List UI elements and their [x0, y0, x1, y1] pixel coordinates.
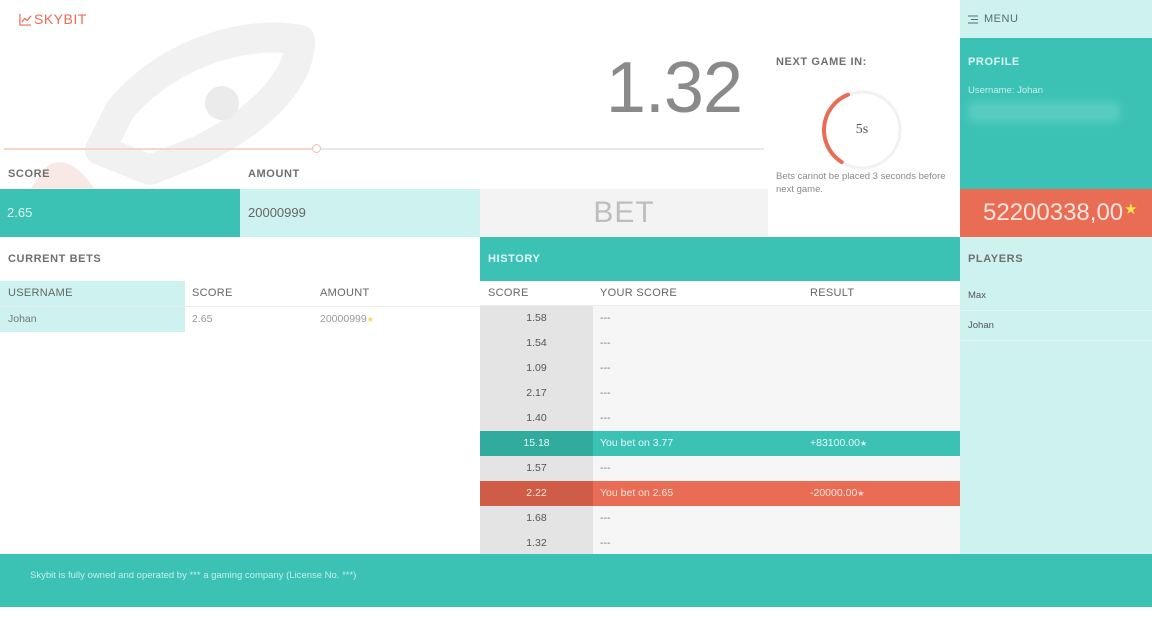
balance-value: 52200338,00 — [983, 199, 1124, 226]
table-row: 1.09 --- — [480, 356, 960, 381]
column-score: SCORE — [488, 287, 529, 299]
game-timeline — [4, 144, 764, 153]
score-label: SCORE — [8, 168, 51, 180]
history-your-score: --- — [600, 412, 611, 424]
history-columns: SCORE YOUR SCORE RESULT — [480, 281, 960, 306]
history-your-score: You bet on 2.65 — [600, 487, 674, 499]
table-row: 2.22 You bet on 2.65 -20000.00★ — [480, 481, 960, 506]
current-bets-header: USERNAME SCORE AMOUNT — [0, 281, 480, 307]
table-row: 15.18 You bet on 3.77 +83100.00★ — [480, 431, 960, 456]
current-multiplier: 1.32 — [605, 48, 743, 128]
amount-input[interactable] — [240, 189, 480, 237]
skybit-logo[interactable]: SKYBIT — [19, 11, 87, 27]
history-detail: You bet on 2.65 -20000.00★ — [593, 481, 960, 506]
timeline-marker — [311, 144, 321, 153]
next-game-label: NEXT GAME IN: — [776, 56, 867, 68]
amount-label: AMOUNT — [248, 168, 300, 180]
history-score: 1.32 — [480, 531, 593, 556]
history-detail: --- — [593, 356, 960, 381]
star-icon: ★ — [859, 439, 868, 448]
table-row: 1.57 --- — [480, 456, 960, 481]
table-row: 1.40 --- — [480, 406, 960, 431]
table-row: 1.58 --- — [480, 306, 960, 331]
history-detail: --- — [593, 381, 960, 406]
column-amount: AMOUNT — [320, 287, 370, 299]
history-your-score: --- — [600, 337, 611, 349]
menu-label: MENU — [984, 13, 1019, 25]
column-your-score: YOUR SCORE — [600, 287, 677, 299]
table-row: 1.68 --- — [480, 506, 960, 531]
history-score: 15.18 — [480, 431, 593, 456]
column-score: SCORE — [192, 287, 233, 299]
history-detail: --- — [593, 306, 960, 331]
history-score: 1.09 — [480, 356, 593, 381]
history-header-bar — [480, 237, 960, 281]
column-result: RESULT — [810, 287, 855, 299]
bet-username: Johan — [0, 307, 185, 332]
score-input[interactable] — [0, 189, 240, 237]
history-your-score: --- — [600, 312, 611, 324]
table-row: 2.17 --- — [480, 381, 960, 406]
timeline-progress — [4, 148, 316, 150]
history-result-value: -20000.00 — [810, 487, 858, 499]
history-detail: --- — [593, 531, 960, 556]
history-your-score: --- — [600, 512, 611, 524]
bet-amount: 20000999★ — [320, 307, 374, 332]
star-icon: ★ — [366, 315, 374, 324]
footer-text: Skybit is fully owned and operated by **… — [30, 570, 357, 581]
history-score: 2.17 — [480, 381, 593, 406]
players-label: PLAYERS — [968, 253, 1024, 265]
history-detail: --- — [593, 456, 960, 481]
bet-note: Bets cannot be placed 3 seconds before n… — [776, 171, 946, 195]
history-result-value: +83100.00 — [810, 437, 860, 449]
bet-button[interactable]: BET — [480, 189, 768, 237]
history-your-score: --- — [600, 387, 611, 399]
history-score: 1.68 — [480, 506, 593, 531]
countdown-value: 5s — [855, 122, 869, 137]
column-username: USERNAME — [0, 281, 185, 306]
history-your-score: --- — [600, 362, 611, 374]
history-your-score: --- — [600, 462, 611, 474]
bet-score: 2.65 — [192, 313, 213, 325]
history-score: 1.58 — [480, 306, 593, 331]
player-item[interactable]: Max — [960, 281, 1152, 311]
history-score: 2.22 — [480, 481, 593, 506]
history-detail: --- — [593, 331, 960, 356]
star-icon: ★ — [1124, 201, 1138, 218]
rocket-illustration — [30, 22, 315, 190]
bet-amount-value: 20000999 — [320, 313, 367, 325]
table-row: Johan 2.65 20000999★ — [0, 307, 480, 332]
history-table: 1.58 --- 1.54 --- 1.09 --- 2.17 --- 1.40 --- 15.18… — [480, 306, 960, 556]
history-score: 1.54 — [480, 331, 593, 356]
history-label: HISTORY — [488, 253, 541, 265]
profile-blurred-info — [968, 102, 1120, 122]
history-score: 1.57 — [480, 456, 593, 481]
profile-label: PROFILE — [968, 56, 1020, 68]
balance-display: 52200338,00★ — [960, 189, 1152, 237]
star-icon: ★ — [857, 489, 865, 498]
history-result: +83100.00★ — [810, 431, 867, 456]
profile-username: Username: Johan — [968, 85, 1043, 96]
history-detail: --- — [593, 506, 960, 531]
history-detail: --- — [593, 406, 960, 431]
table-row: 1.54 --- — [480, 331, 960, 356]
chart-icon — [19, 13, 32, 26]
player-item[interactable]: Johan — [960, 311, 1152, 341]
history-your-score: You bet on 3.77 — [600, 437, 674, 449]
current-bets-label: CURRENT BETS — [8, 253, 102, 265]
logo-text: SKYBIT — [34, 11, 87, 27]
history-detail: You bet on 3.77 +83100.00★ — [593, 431, 960, 456]
table-row: 1.32 --- — [480, 531, 960, 556]
history-score: 1.40 — [480, 406, 593, 431]
menu-icon — [968, 15, 978, 23]
menu-button[interactable]: MENU — [968, 13, 1018, 25]
history-result: -20000.00★ — [810, 481, 864, 506]
history-your-score: --- — [600, 537, 611, 549]
